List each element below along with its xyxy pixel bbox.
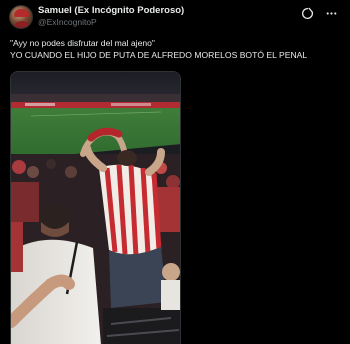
tweet-text: "Ayy no podes disfrutar del mal ajeno" Y… xyxy=(10,38,340,61)
tweet-text-line-2: YO CUANDO EL HIJO DE PUTA DE ALFREDO MOR… xyxy=(10,49,308,60)
author-handle[interactable]: @ExIncognitoP xyxy=(38,17,184,28)
stadium-crowd-image xyxy=(11,72,180,344)
tweet-header: Samuel (Ex Incógnito Poderoso) @ExIncogn… xyxy=(8,4,342,30)
avatar-shirt xyxy=(12,21,32,28)
avatar[interactable] xyxy=(9,5,33,29)
tweet-text-line-1: "Ayy no podes disfrutar del mal ajeno" xyxy=(10,38,155,48)
grok-icon[interactable] xyxy=(300,6,314,20)
author-block[interactable]: Samuel (Ex Incógnito Poderoso) @ExIncogn… xyxy=(38,5,184,28)
author-display-name[interactable]: Samuel (Ex Incógnito Poderoso) xyxy=(38,5,184,17)
tweet-card: Samuel (Ex Incógnito Poderoso) @ExIncogn… xyxy=(0,0,350,344)
more-options-icon[interactable] xyxy=(324,6,338,20)
avatar-cap xyxy=(14,9,29,17)
header-actions xyxy=(300,6,338,20)
tweet-media-video[interactable] xyxy=(10,71,181,344)
